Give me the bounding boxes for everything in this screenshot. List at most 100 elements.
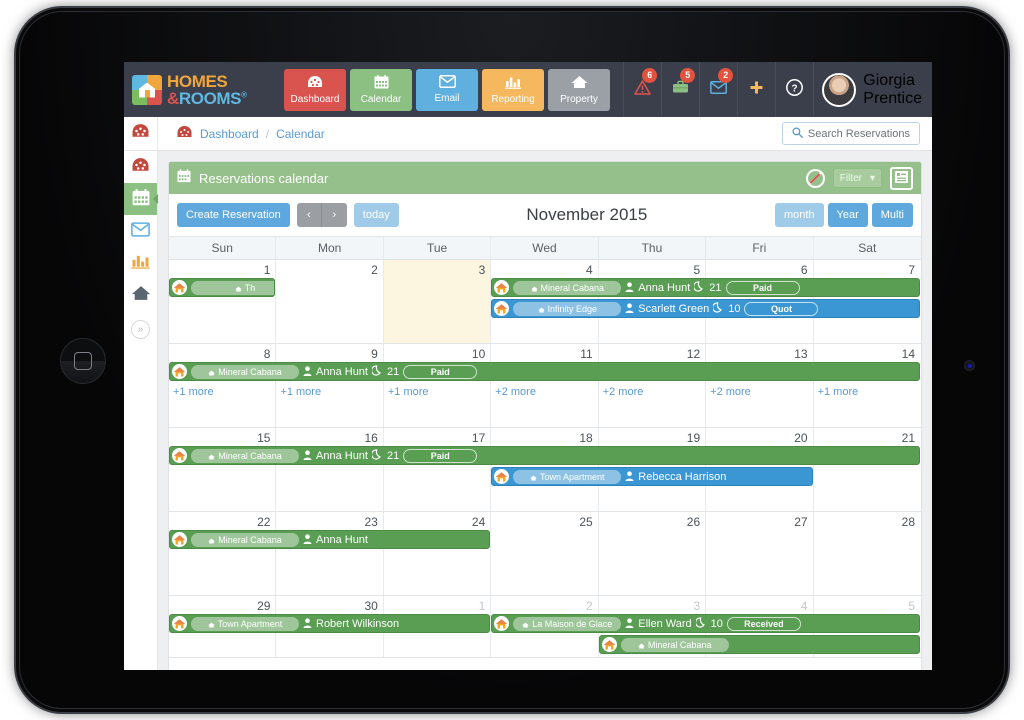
user-icon [303, 533, 312, 546]
help-icon-button[interactable]: ? [775, 62, 813, 117]
day-number[interactable]: 29 [169, 596, 276, 614]
more-events-link[interactable]: +1 more [384, 383, 491, 401]
prev-month-button[interactable]: ‹ [296, 203, 322, 227]
month-nav-group: ‹ › [296, 203, 347, 227]
reservation-event[interactable]: Th [169, 278, 276, 297]
mail-icon-button[interactable]: 2 [699, 62, 737, 117]
day-number[interactable]: 30 [276, 596, 383, 614]
day-number[interactable]: 21 [814, 428, 921, 446]
calendar-week-row: 15 16 17 18 19 20 21 Mineral Cabana Anna Hunt 21 P… [169, 428, 921, 512]
day-number[interactable]: 10 [384, 344, 491, 362]
calendar-icon [132, 188, 150, 210]
day-number[interactable]: 28 [814, 512, 921, 530]
more-events-link[interactable]: +2 more [706, 383, 813, 401]
tablet-home-button[interactable] [60, 338, 106, 384]
nav-button-email[interactable]: Email [416, 68, 478, 111]
day-number[interactable]: 19 [599, 428, 706, 446]
help-icon: ? [786, 78, 804, 101]
day-number[interactable]: 18 [491, 428, 598, 446]
property-avatar-icon [172, 364, 187, 379]
create-reservation-button[interactable]: Create Reservation [177, 203, 290, 227]
view-button-multi[interactable]: Multi [871, 203, 913, 227]
day-number[interactable]: 13 [706, 344, 813, 362]
day-number[interactable]: 27 [706, 512, 813, 530]
reservation-event[interactable]: Town Apartment Rebecca Harrison [491, 467, 813, 486]
day-number[interactable]: 14 [814, 344, 921, 362]
day-number[interactable]: 4 [706, 596, 813, 614]
tablet-screen: HOMES &ROOMS® Dashboard Calendar Email R… [124, 62, 932, 670]
sidebar-item-calendar[interactable] [124, 183, 158, 215]
day-number[interactable]: 9 [276, 344, 383, 362]
plus-icon [749, 80, 764, 100]
reservations-calendar-panel: Reservations calendar Filter ▾ Create Re… [168, 161, 922, 670]
day-number[interactable]: 15 [169, 428, 276, 446]
day-number[interactable]: 2 [276, 260, 383, 278]
day-number[interactable]: 12 [599, 344, 706, 362]
envelope-icon [131, 221, 150, 241]
day-number[interactable]: 25 [491, 512, 598, 530]
day-number[interactable]: 11 [491, 344, 598, 362]
day-number[interactable]: 1 [384, 596, 491, 614]
briefcase-icon-button[interactable]: 5 [661, 62, 699, 117]
day-number[interactable]: 6 [706, 260, 813, 278]
day-number[interactable]: 17 [384, 428, 491, 446]
brand-logo[interactable]: HOMES &ROOMS® [124, 62, 284, 117]
nav-button-property[interactable]: Property [548, 68, 610, 111]
filter-dropdown[interactable]: Filter ▾ [832, 168, 882, 188]
sidebar-expand-button[interactable]: » [124, 311, 157, 347]
day-number[interactable]: 3 [384, 260, 491, 278]
day-number[interactable]: 3 [599, 596, 706, 614]
more-events-link[interactable]: +1 more [276, 383, 383, 401]
reservation-event[interactable]: Mineral Cabana Anna Hunt [169, 530, 491, 549]
sidebar-item-dashboard[interactable] [124, 151, 157, 183]
breadcrumb: Dashboard / Calendar [158, 125, 325, 142]
day-number[interactable]: 23 [276, 512, 383, 530]
day-number[interactable]: 4 [491, 260, 598, 278]
reservation-event[interactable]: Mineral Cabana Anna Hunt 21 Paid [491, 278, 920, 297]
add-icon-button[interactable] [737, 62, 775, 117]
alert-icon-button[interactable]: 6 [623, 62, 661, 117]
day-number[interactable]: 5 [814, 596, 921, 614]
reservation-event[interactable]: La Maison de Glace Ellen Ward 10 Received [491, 614, 920, 633]
navbar-right-actions: 6 5 2 ? Giorgia Prentice [623, 62, 932, 117]
day-number[interactable]: 5 [599, 260, 706, 278]
day-number[interactable]: 22 [169, 512, 276, 530]
list-view-icon-button[interactable] [890, 166, 913, 190]
more-events-link[interactable]: +1 more [169, 383, 276, 401]
search-input[interactable]: Search Reservations [781, 122, 920, 145]
reservation-event[interactable]: Mineral Cabana Anna Hunt 21 Paid [169, 446, 920, 465]
next-month-button[interactable]: › [321, 203, 347, 227]
reservation-event[interactable]: Mineral Cabana Anna Hunt 21 Paid [169, 362, 920, 381]
more-events-link[interactable]: +2 more [491, 383, 598, 401]
more-events-link[interactable]: +1 more [814, 383, 921, 401]
reservation-event[interactable]: Infinity Edge Scarlett Green 10 Quot [491, 299, 920, 318]
sidebar-item-reporting[interactable] [124, 247, 157, 279]
week-day-numbers: 22 23 24 25 26 27 28 [169, 512, 921, 530]
more-events-link[interactable]: +2 more [599, 383, 706, 401]
breadcrumb-item-calendar[interactable]: Calendar [276, 127, 325, 141]
day-number[interactable]: 2 [491, 596, 598, 614]
day-number[interactable]: 1 [169, 260, 276, 278]
day-number[interactable]: 8 [169, 344, 276, 362]
no-entry-icon[interactable] [805, 168, 825, 188]
nav-button-reporting[interactable]: Reporting [482, 68, 544, 111]
user-menu[interactable]: Giorgia Prentice [813, 62, 932, 117]
day-number[interactable]: 26 [599, 512, 706, 530]
reservation-event[interactable]: Mineral Cabana [598, 635, 920, 654]
breadcrumb-section-icon-button[interactable] [124, 116, 158, 151]
view-button-year[interactable]: Year [827, 203, 868, 227]
day-number[interactable]: 16 [276, 428, 383, 446]
nav-button-dashboard[interactable]: Dashboard [284, 68, 346, 111]
nav-button-calendar[interactable]: Calendar [350, 68, 412, 111]
property-avatar-icon [601, 637, 617, 652]
day-number[interactable]: 20 [706, 428, 813, 446]
brand-registered-mark: ® [241, 89, 247, 99]
breadcrumb-item-dashboard[interactable]: Dashboard [200, 127, 259, 141]
sidebar-item-email[interactable] [124, 215, 157, 247]
day-number[interactable]: 24 [384, 512, 491, 530]
view-button-month[interactable]: month [774, 203, 824, 227]
reservation-event[interactable]: Town Apartment Robert Wilkinson [169, 614, 491, 633]
sidebar-item-property[interactable] [124, 279, 157, 311]
today-button[interactable]: today [353, 203, 399, 227]
day-number[interactable]: 7 [814, 260, 921, 278]
